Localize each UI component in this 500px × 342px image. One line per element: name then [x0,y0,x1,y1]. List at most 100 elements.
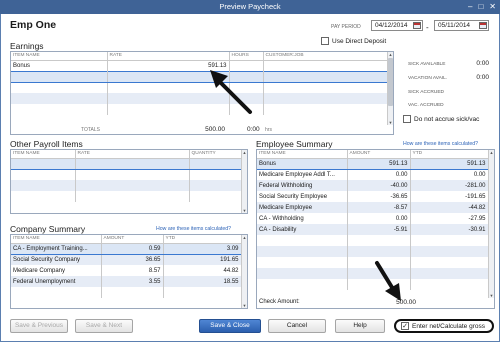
other-cell[interactable] [11,191,76,202]
earnings-job-cell[interactable] [263,60,388,71]
calendar-icon[interactable] [479,22,487,29]
emp-item-cell[interactable]: Social Security Employee [257,191,348,202]
earnings-cell[interactable] [263,104,388,115]
table-row[interactable]: Bonus 591.13 591.13 [257,157,489,170]
table-row[interactable] [11,157,242,170]
emp-item-cell[interactable]: CA - Withholding [257,213,348,224]
emp-amount-cell[interactable]: -40.00 [347,180,411,191]
emp-item-cell[interactable]: Medicare Employee Addl T... [257,169,348,180]
table-row[interactable]: Medicare Employee Addl T... 0.00 0.00 [257,169,489,180]
co-amount-cell[interactable]: 0.59 [101,242,164,255]
earnings-cell[interactable] [263,93,388,104]
emp-amount-cell[interactable]: 0.00 [347,213,411,224]
table-row[interactable]: Medicare Company 8.57 44.82 [11,265,242,276]
emp-cell[interactable] [347,246,411,257]
emp-cell[interactable] [257,268,348,279]
no-accrue-checkbox[interactable] [403,115,411,123]
direct-deposit-option[interactable]: Use Direct Deposit [321,37,386,45]
emp-amount-cell[interactable]: 591.13 [347,157,411,170]
table-row[interactable]: Social Security Employee -36.65 -191.65 [257,191,489,202]
table-row[interactable]: CA - Disability -5.91 -30.91 [257,224,489,235]
close-icon[interactable]: ✕ [489,2,496,12]
employee-summary-scrollbar[interactable]: ▲ ▼ [488,150,494,298]
co-amount-cell[interactable]: 3.55 [101,276,164,287]
other-cell[interactable] [75,157,190,170]
table-row[interactable] [257,246,489,257]
earnings-cell[interactable] [11,104,108,115]
earnings-item-cell[interactable]: Bonus [11,60,108,71]
earnings-cell[interactable] [11,70,108,83]
other-cell[interactable] [11,180,76,191]
table-row[interactable]: CA - Employment Training... 0.59 3.09 [11,242,242,255]
employee-calc-link[interactable]: How are these items calculated? [403,141,478,147]
help-button[interactable]: Help [335,319,385,333]
emp-cell[interactable] [257,246,348,257]
table-row[interactable] [11,82,388,93]
table-row[interactable] [11,169,242,180]
co-cell[interactable] [101,287,164,298]
pay-period-end-field[interactable]: 05/11/2014 [434,20,489,31]
table-row[interactable] [11,180,242,191]
other-cell[interactable] [189,157,242,170]
table-row[interactable]: Social Security Company 36.65 191.65 [11,254,242,265]
calendar-icon[interactable] [413,22,421,29]
table-row[interactable]: CA - Withholding 0.00 -27.95 [257,213,489,224]
earnings-cell[interactable] [263,82,388,93]
co-item-cell[interactable]: Social Security Company [11,254,102,265]
table-row[interactable]: Medicare Employee -8.57 -44.82 [257,202,489,213]
save-previous-button[interactable]: Save & Previous [10,319,68,333]
emp-item-cell[interactable]: Medicare Employee [257,202,348,213]
save-close-button[interactable]: Save & Close [199,319,261,333]
save-next-button[interactable]: Save & Next [75,319,133,333]
pay-period-start-field[interactable]: 04/12/2014 [371,20,423,31]
other-cell[interactable] [11,169,76,180]
other-cell[interactable] [189,191,242,202]
earnings-cell[interactable] [263,70,388,83]
other-cell[interactable] [189,169,242,180]
scroll-up-icon[interactable]: ▲ [388,52,393,57]
other-cell[interactable] [189,180,242,191]
table-row[interactable] [11,191,242,202]
minimize-icon[interactable]: – [468,2,472,12]
co-cell[interactable] [11,287,102,298]
emp-amount-cell[interactable]: -36.65 [347,191,411,202]
co-item-cell[interactable]: Federal Unemployment [11,276,102,287]
table-row[interactable]: Bonus 591.13 [11,60,388,71]
emp-cell[interactable] [347,235,411,246]
cancel-button[interactable]: Cancel [268,319,326,333]
other-payroll-scrollbar[interactable]: ▲ ▼ [241,150,247,213]
enter-net-option[interactable]: Enter net/Calculate gross [394,319,494,333]
company-summary-scrollbar[interactable]: ▲ ▼ [241,235,247,308]
co-item-cell[interactable]: CA - Employment Training... [11,242,102,255]
table-row[interactable] [11,70,388,83]
table-row[interactable] [257,235,489,246]
other-cell[interactable] [75,180,190,191]
emp-item-cell[interactable]: CA - Disability [257,224,348,235]
table-row[interactable]: Federal Withholding -40.00 -281.00 [257,180,489,191]
direct-deposit-checkbox[interactable] [321,37,329,45]
emp-amount-cell[interactable]: 0.00 [347,169,411,180]
co-amount-cell[interactable]: 8.57 [101,265,164,276]
company-calc-link[interactable]: How are these items calculated? [156,226,231,232]
other-cell[interactable] [11,157,76,170]
scroll-thumb[interactable] [388,58,393,106]
table-row[interactable]: Federal Unemployment 3.55 18.55 [11,276,242,287]
table-row[interactable] [11,93,388,104]
table-row[interactable] [11,104,388,115]
scroll-down-icon[interactable]: ▼ [388,120,393,125]
scroll-up-icon[interactable]: ▲ [242,150,247,155]
scroll-up-icon[interactable]: ▲ [489,150,494,155]
enter-net-checkbox[interactable] [401,322,409,330]
emp-item-cell[interactable]: Bonus [257,157,348,170]
earnings-scrollbar[interactable]: ▲ ▼ [387,52,393,125]
co-amount-cell[interactable]: 36.65 [101,254,164,265]
scroll-down-icon[interactable]: ▼ [489,293,494,298]
maximize-icon[interactable]: □ [478,2,483,12]
emp-amount-cell[interactable]: -8.57 [347,202,411,213]
emp-cell[interactable] [257,257,348,268]
scroll-down-icon[interactable]: ▼ [242,208,247,213]
earnings-cell[interactable] [11,82,108,93]
emp-cell[interactable] [257,235,348,246]
emp-cell[interactable] [257,279,348,290]
scroll-down-icon[interactable]: ▼ [242,303,247,308]
